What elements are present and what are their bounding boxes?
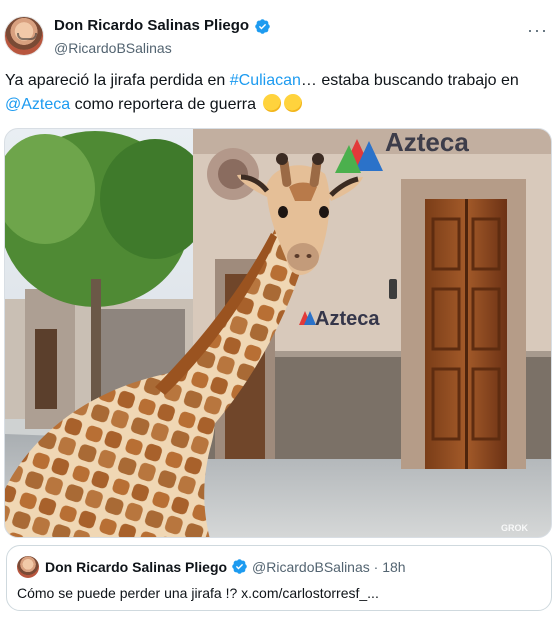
wall-sign-text: Azteca	[315, 308, 380, 330]
tweet-text-part-2: … estaba buscando trabajo en	[300, 72, 519, 89]
tweet-text-part-1: Ya apareció la jirafa perdida en	[5, 72, 230, 89]
top-sign-text: Azteca	[385, 129, 469, 157]
mention-link[interactable]: @Azteca	[5, 96, 70, 113]
quoted-author-avatar[interactable]	[17, 556, 39, 578]
quoted-header: Don Ricardo Salinas Pliego @RicardoBSali…	[45, 558, 406, 575]
quoted-text[interactable]: Cómo se puede perder una jirafa !? x.com…	[17, 583, 379, 603]
face-with-tears-of-joy-icon	[263, 94, 282, 112]
grok-watermark: GROK	[501, 523, 529, 533]
verified-badge-icon	[255, 18, 270, 34]
quoted-verified-badge-icon	[232, 559, 247, 574]
quoted-author-name[interactable]: Don Ricardo Salinas Pliego	[45, 559, 227, 575]
giraffe-scene: Azteca Azteca GROK	[5, 129, 551, 537]
quoted-tweet[interactable]: Don Ricardo Salinas Pliego @RicardoBSali…	[6, 545, 552, 611]
tweet-text-part-3: como reportera de guerra	[70, 96, 257, 113]
tweet-header: Don Ricardo Salinas Pliego @RicardoBSali…	[4, 12, 556, 60]
author-name-row: Don Ricardo Salinas Pliego	[54, 17, 271, 35]
hashtag-link[interactable]: #Culiacan	[230, 72, 301, 89]
quoted-handle-time[interactable]: @RicardoBSalinas · 18h	[252, 559, 406, 575]
author-name[interactable]: Don Ricardo Salinas Pliego	[54, 17, 249, 35]
zany-face-icon	[284, 94, 303, 112]
more-options-icon[interactable]: ···	[527, 20, 548, 41]
author-avatar[interactable]	[4, 16, 44, 56]
tweet-image[interactable]: Azteca Azteca GROK	[4, 128, 552, 538]
author-handle[interactable]: @RicardoBSalinas	[54, 39, 172, 57]
tweet-text: Ya apareció la jirafa perdida en #Culiac…	[5, 69, 553, 117]
